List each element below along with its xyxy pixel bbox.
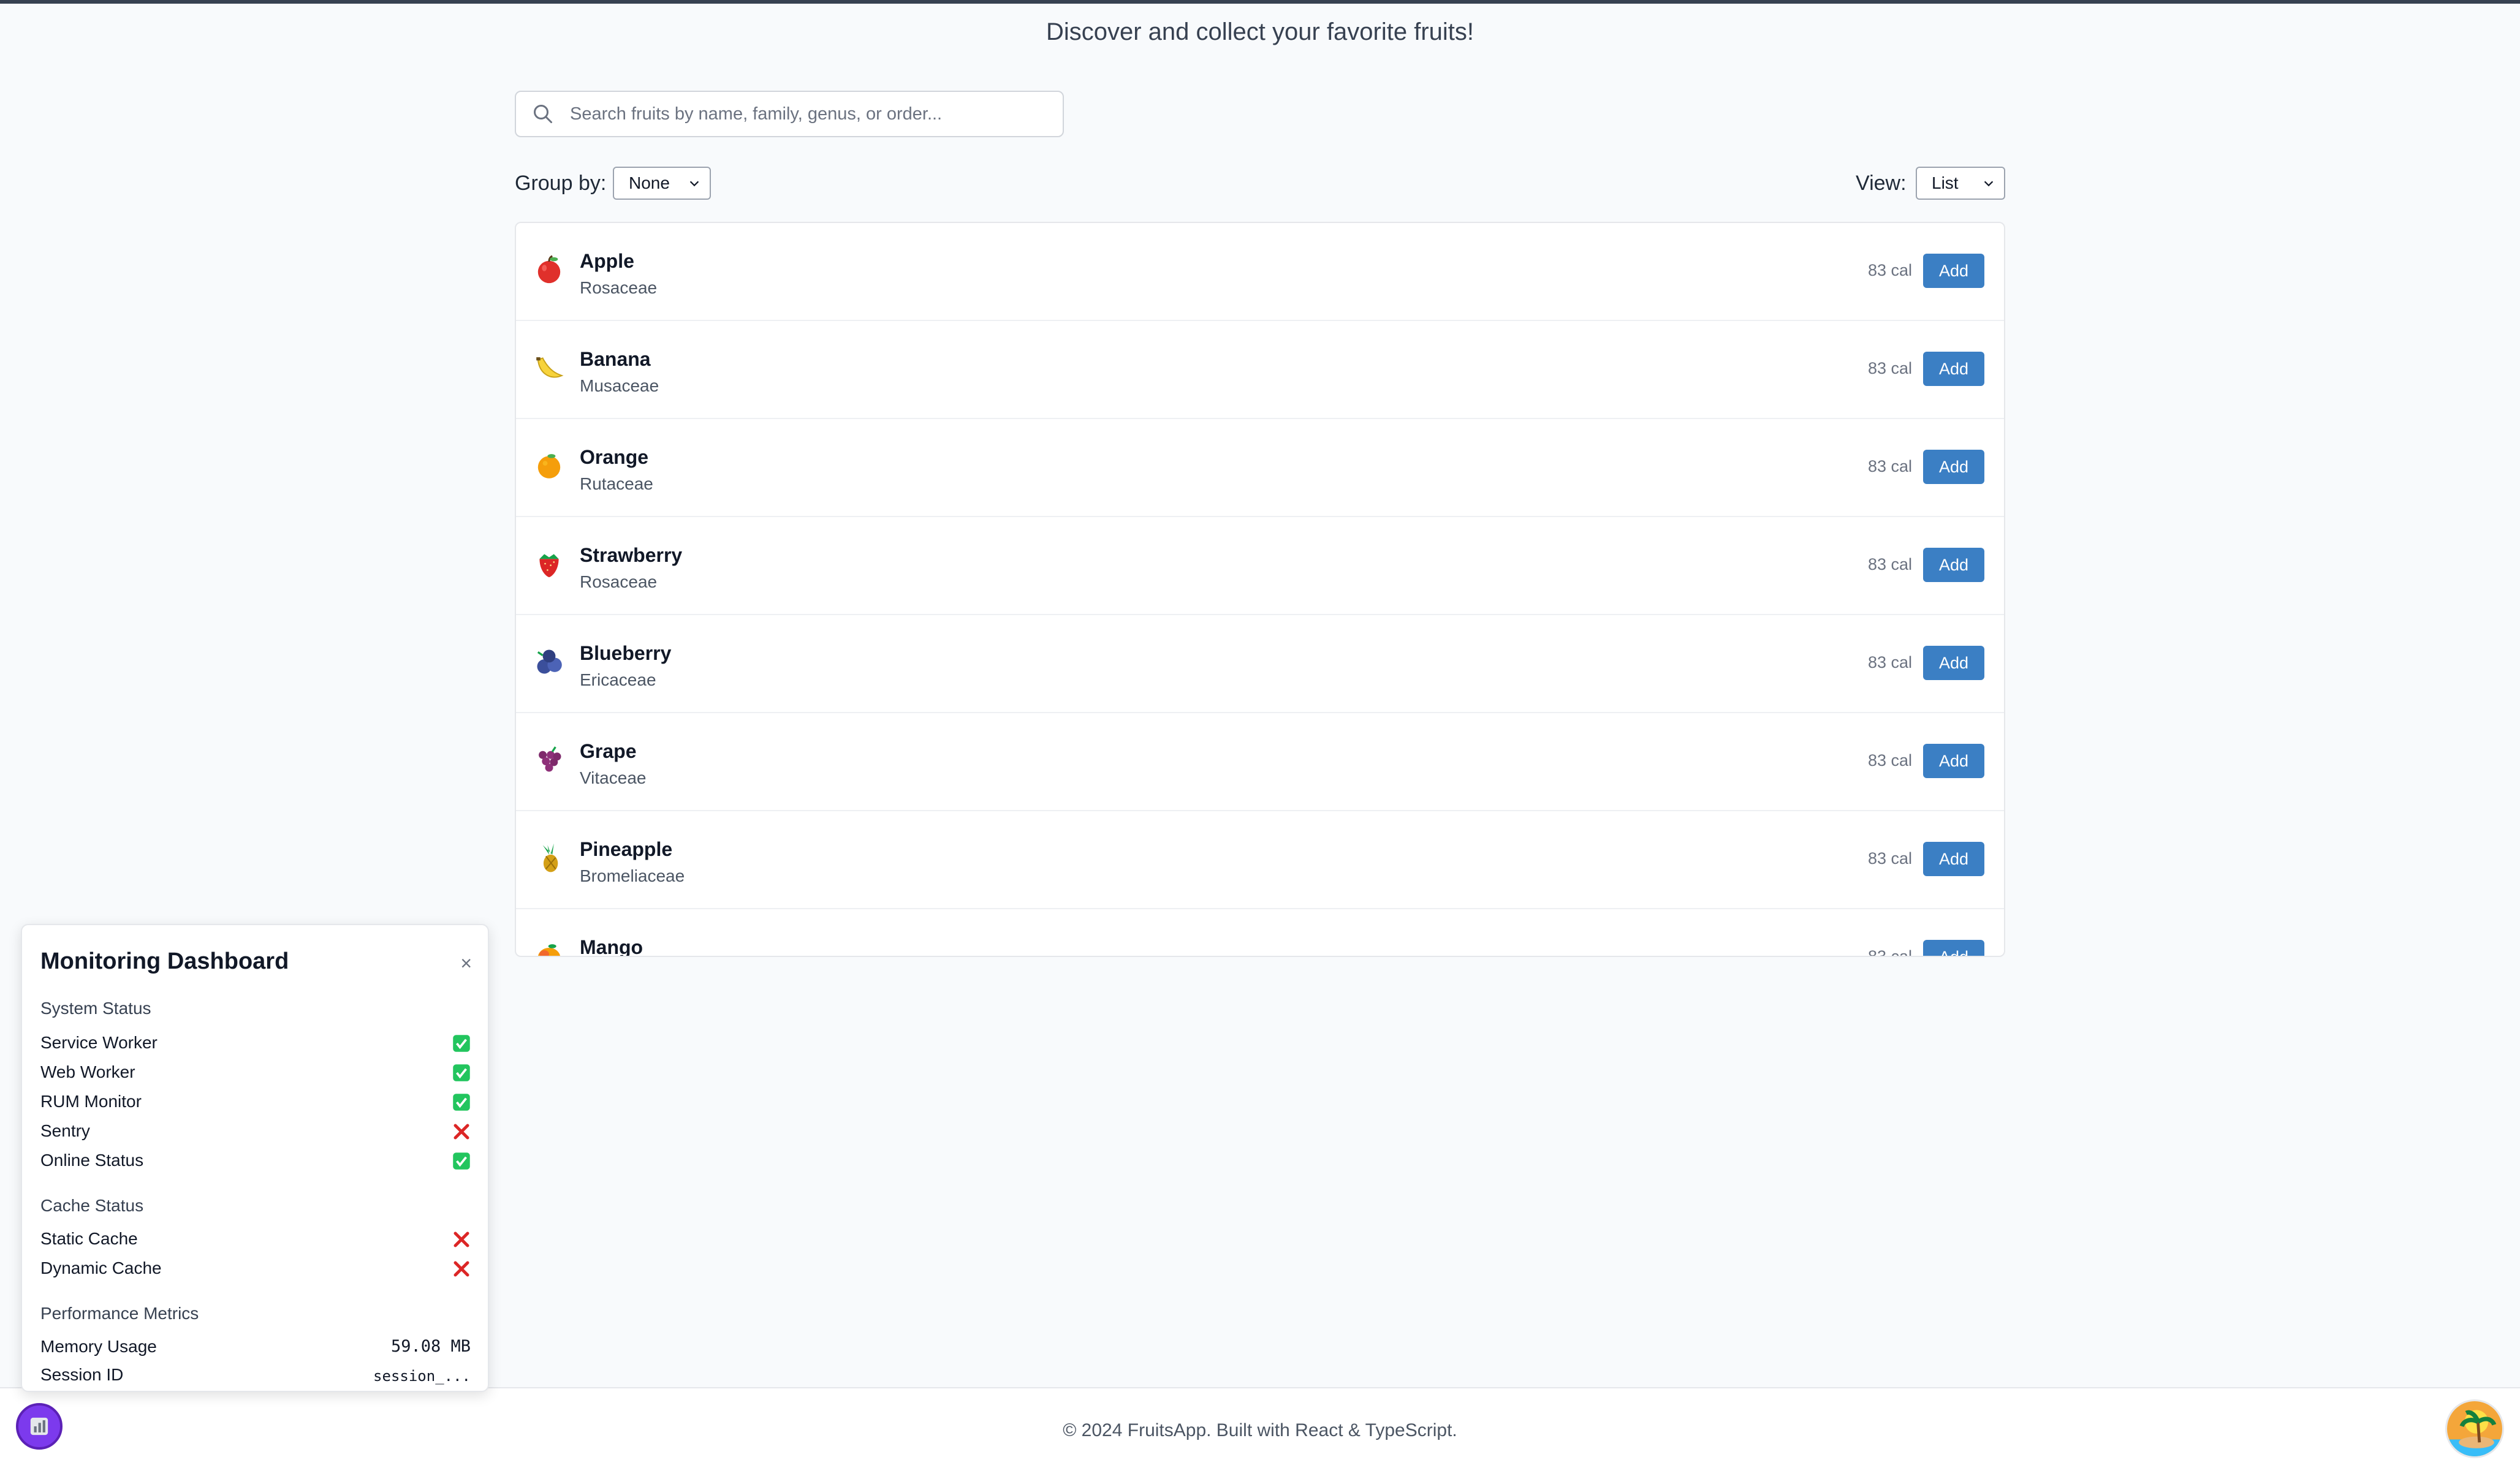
metric-row-memory: Memory Usage 59.08 MB [40, 1337, 471, 1364]
fruit-family: Rutaceae [580, 474, 653, 493]
fruit-family: Musaceae [580, 376, 659, 395]
status-label: Sentry [40, 1121, 90, 1140]
check-icon [453, 1035, 470, 1052]
fruit-name: Strawberry [580, 544, 683, 566]
fruit-list: Apple Rosaceae 83 cal Add Banana Musacea… [515, 222, 2005, 957]
pineapple-icon [542, 843, 558, 872]
cross-icon [454, 1124, 469, 1140]
view-label: View: [1856, 172, 1907, 195]
add-button[interactable]: Add [1923, 254, 1984, 288]
fruit-calories: 83 cal [1867, 555, 1912, 573]
status-label: RUM Monitor [40, 1092, 142, 1111]
fruit-family: Rosaceae [580, 278, 658, 297]
fruit-calories: 83 cal [1867, 457, 1912, 475]
fruit-name: Banana [580, 348, 651, 370]
monitoring-dashboard: Monitoring Dashboard × System Status Ser… [21, 924, 489, 1392]
close-icon[interactable]: × [460, 952, 472, 975]
status-row-rum-monitor: RUM Monitor [40, 1092, 471, 1119]
fruit-family: Vitaceae [580, 768, 647, 787]
fruit-name: Mango [580, 936, 643, 957]
check-icon [453, 1094, 470, 1111]
page-subtitle: Discover and collect your favorite fruit… [1046, 18, 1474, 45]
fruit-row: Banana Musaceae 83 cal Add [516, 321, 2004, 419]
fruit-calories: 83 cal [1867, 359, 1912, 377]
group-by-label: Group by: [515, 172, 607, 195]
search-input[interactable] [569, 103, 1063, 125]
fruit-family: Rosaceae [580, 572, 658, 591]
blueberry-icon [537, 649, 562, 674]
add-button[interactable]: Add [1923, 842, 1984, 876]
metric-row-session: Session ID session_... [40, 1365, 471, 1391]
fruit-row: Blueberry Ericaceae 83 cal Add [516, 615, 2004, 713]
add-button[interactable]: Add [1923, 940, 1984, 956]
group-by-value: None [629, 173, 670, 192]
monitor-title: Monitoring Dashboard [40, 948, 289, 974]
performance-title: Performance Metrics [40, 1304, 199, 1323]
fruit-calories: 83 cal [1867, 261, 1912, 279]
system-status-title: System Status [40, 999, 151, 1018]
status-label: Online Status [40, 1151, 144, 1170]
add-button[interactable]: Add [1923, 548, 1984, 582]
orange-icon [537, 454, 561, 479]
search-box[interactable] [515, 91, 1064, 137]
monitor-toggle-button[interactable] [16, 1403, 63, 1450]
status-row-web-worker: Web Worker [40, 1062, 471, 1089]
fruit-row: Grape Vitaceae 83 cal Add [516, 713, 2004, 811]
chart-icon [30, 1417, 48, 1436]
add-button[interactable]: Add [1923, 450, 1984, 484]
add-button[interactable]: Add [1923, 744, 1984, 778]
footer-copyright: © 2024 FruitsApp. Built with React & Typ… [1063, 1420, 1457, 1440]
status-row-sentry: Sentry [40, 1121, 471, 1148]
fruit-name: Grape [580, 740, 637, 762]
check-icon [453, 1064, 470, 1081]
strawberry-icon [539, 554, 559, 578]
status-label: Service Worker [40, 1033, 158, 1052]
fruit-row: Pineapple Bromeliaceae 83 cal Add [516, 811, 2004, 909]
mango-icon [538, 944, 560, 956]
footer: © 2024 FruitsApp. Built with React & Typ… [0, 1387, 2520, 1468]
fruit-calories: 83 cal [1867, 947, 1912, 957]
cache-status-title: Cache Status [40, 1196, 144, 1215]
apple-icon [537, 255, 561, 284]
fruit-calories: 83 cal [1867, 849, 1912, 868]
cross-icon [454, 1261, 469, 1277]
fruit-calories: 83 cal [1867, 653, 1912, 672]
add-button[interactable]: Add [1923, 646, 1984, 680]
fruit-row: Strawberry Rosaceae 83 cal Add [516, 517, 2004, 615]
fruit-row: Apple Rosaceae 83 cal Add [516, 223, 2004, 321]
top-border [0, 0, 2520, 4]
avatar[interactable] [2445, 1399, 2504, 1458]
status-row-static-cache: Static Cache [40, 1229, 471, 1256]
fruit-name: Orange [580, 446, 649, 468]
view-select[interactable]: List [1916, 167, 2005, 200]
fruit-family: Bromeliaceae [580, 866, 685, 885]
add-button[interactable]: Add [1923, 352, 1984, 386]
fruit-calories: 83 cal [1867, 751, 1912, 770]
search-icon [534, 105, 552, 123]
cross-icon [454, 1232, 469, 1247]
status-row-dynamic-cache: Dynamic Cache [40, 1258, 471, 1285]
metric-label: Session ID [40, 1365, 124, 1384]
fruit-name: Blueberry [580, 642, 672, 664]
status-label: Dynamic Cache [40, 1258, 162, 1277]
metric-label: Memory Usage [40, 1337, 157, 1356]
group-by-select[interactable]: None [613, 167, 711, 200]
view-value: List [1932, 173, 1959, 192]
status-row-online-status: Online Status [40, 1151, 471, 1178]
fruit-row: Orange Rutaceae 83 cal Add [516, 419, 2004, 517]
chevron-down-icon [689, 181, 699, 187]
banana-icon [536, 357, 564, 378]
fruit-row: Mango 83 cal Add [516, 909, 2004, 957]
status-label: Web Worker [40, 1062, 135, 1081]
status-row-service-worker: Service Worker [40, 1033, 471, 1060]
fruit-family: Ericaceae [580, 670, 656, 689]
metric-value: 59.08 MB [390, 1337, 471, 1356]
chevron-down-icon [1984, 181, 1994, 187]
metric-value: session_... [373, 1368, 471, 1385]
fruit-name: Pineapple [580, 838, 673, 860]
fruit-name: Apple [580, 250, 634, 272]
check-icon [453, 1152, 470, 1170]
status-label: Static Cache [40, 1229, 138, 1248]
grape-icon [539, 746, 561, 772]
